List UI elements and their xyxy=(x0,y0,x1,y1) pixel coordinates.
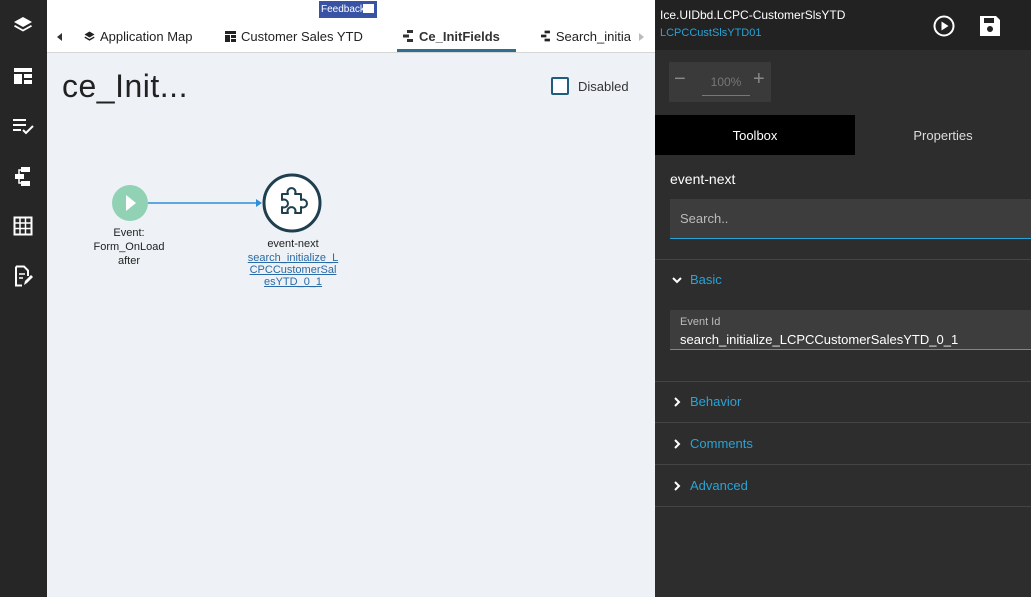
save-icon[interactable] xyxy=(979,15,1001,37)
feedback-label: Feedback xyxy=(321,4,365,15)
event-id-field[interactable]: Event Id search_initialize_LCPCCustomerS… xyxy=(670,310,1031,350)
tab-properties[interactable]: Properties xyxy=(855,115,1031,155)
start-event-node[interactable] xyxy=(112,185,148,221)
event-id-value[interactable]: search_initialize_LCPCCustomerSalesYTD_0… xyxy=(680,332,958,347)
accordion-label: Basic xyxy=(690,272,722,287)
accordion-behavior[interactable]: Behavior xyxy=(670,394,741,409)
flow-icon xyxy=(541,30,550,42)
chevron-right-icon xyxy=(670,479,684,493)
accordion-basic[interactable]: Basic xyxy=(670,272,722,287)
zoom-in-button[interactable]: + xyxy=(753,68,765,91)
flow-diagram xyxy=(112,173,322,233)
divider xyxy=(655,259,1031,260)
chevron-down-icon xyxy=(670,273,684,287)
section-title: event-next xyxy=(670,171,736,187)
chevron-right-icon xyxy=(670,395,684,409)
layout-icon[interactable] xyxy=(11,64,35,88)
active-tab-indicator xyxy=(397,49,516,52)
accordion-comments[interactable]: Comments xyxy=(670,436,753,451)
panel-subtitle[interactable]: LCPCCustSlsYTD01 xyxy=(660,27,761,39)
tab-toolbox[interactable]: Toolbox xyxy=(655,115,855,155)
tab-customer-sales-ytd[interactable]: Customer Sales YTD xyxy=(225,26,363,46)
tab-search-initialize[interactable]: Search_initia xyxy=(541,26,631,46)
divider xyxy=(655,464,1031,465)
connector-arrowhead xyxy=(256,199,262,207)
start-event-label-line: after xyxy=(117,255,140,267)
run-icon[interactable] xyxy=(933,15,955,37)
tab-label: Customer Sales YTD xyxy=(241,28,363,44)
event-next-node[interactable] xyxy=(262,173,322,233)
edit-document-icon[interactable] xyxy=(11,264,35,288)
left-rail xyxy=(0,0,47,597)
divider xyxy=(655,422,1031,423)
tab-ce-initfields[interactable]: Ce_InitFields xyxy=(403,26,500,46)
accordion-advanced[interactable]: Advanced xyxy=(670,478,748,493)
search-box[interactable] xyxy=(670,199,1031,239)
tab-scroll-right-icon[interactable] xyxy=(639,33,644,41)
accordion-label: Advanced xyxy=(690,478,748,493)
layout-icon xyxy=(225,30,236,42)
panel-header: Ice.UIDbd.LCPC-CustomerSlsYTD LCPCCustSl… xyxy=(655,0,1031,50)
properties-panel: Ice.UIDbd.LCPC-CustomerSlsYTD LCPCCustSl… xyxy=(655,0,1031,597)
feedback-button[interactable]: Feedback xyxy=(319,1,377,18)
tab-label: Ce_InitFields xyxy=(419,28,500,44)
zoom-value[interactable]: 100% xyxy=(702,75,750,96)
zoom-out-button[interactable]: − xyxy=(674,68,686,91)
start-event-label-line: Event: xyxy=(113,227,145,239)
event-next-label: event-next xyxy=(267,238,319,250)
divider xyxy=(655,506,1031,507)
checklist-icon[interactable] xyxy=(11,114,35,138)
tab-scroll-left-icon[interactable] xyxy=(57,33,62,41)
layers-icon xyxy=(84,31,95,41)
tab-bar: Feedback Application Map Customer Sales … xyxy=(47,0,655,53)
flag-icon xyxy=(363,4,374,13)
tab-application-map[interactable]: Application Map xyxy=(84,26,193,46)
event-id-label: Event Id xyxy=(680,316,721,328)
chevron-right-icon xyxy=(670,437,684,451)
event-next-link[interactable]: search_initialize_LCPCCustomerSalesYTD_0… xyxy=(247,252,339,288)
accordion-label: Behavior xyxy=(690,394,742,409)
tab-label: Search_initia xyxy=(555,28,631,44)
grid-icon[interactable] xyxy=(11,214,35,238)
panel-title: Ice.UIDbd.LCPC-CustomerSlsYTD xyxy=(660,8,846,22)
start-event-label-line: Form_OnLoad xyxy=(93,241,165,253)
start-event-label: Event: Form_OnLoad after xyxy=(88,226,170,268)
divider xyxy=(655,381,1031,382)
flow-icon[interactable] xyxy=(11,164,35,188)
designer-canvas: Feedback Application Map Customer Sales … xyxy=(47,0,655,597)
tab-label: Application Map xyxy=(100,28,193,44)
search-input[interactable] xyxy=(670,199,1031,238)
accordion-label: Comments xyxy=(690,436,753,451)
flow-icon xyxy=(403,30,413,42)
layers-icon[interactable] xyxy=(11,13,35,37)
zoom-control: − 100% + xyxy=(669,62,771,102)
